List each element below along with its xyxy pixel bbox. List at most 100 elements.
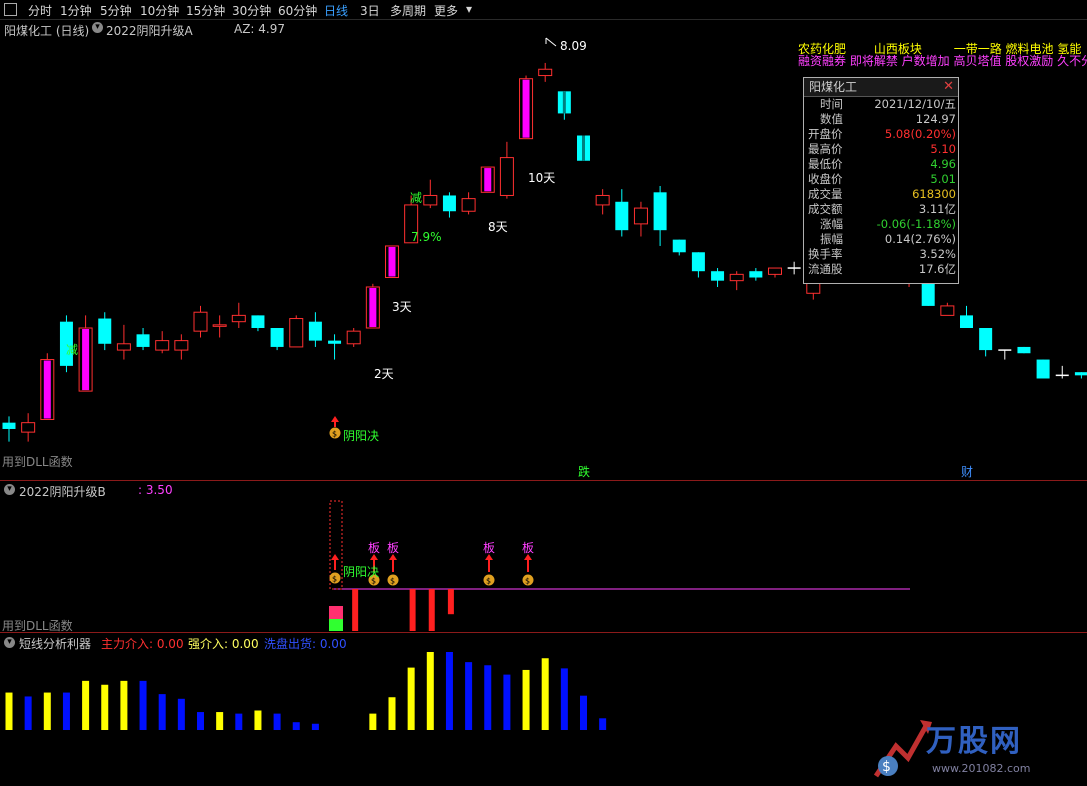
dll-note-b: 用到DLL函数 bbox=[2, 619, 73, 633]
candle-hot bbox=[40, 359, 55, 421]
ban-arrow-icon bbox=[485, 554, 493, 560]
info-value: 4.96 bbox=[930, 157, 956, 171]
indicator-name-a[interactable]: 2022阴阳升级A bbox=[106, 22, 193, 39]
watermark: $ 万股网 www.201082.com bbox=[866, 706, 1086, 786]
tab-9[interactable]: 多周期 bbox=[390, 2, 426, 19]
money-bag-icon bbox=[329, 427, 341, 439]
tab-10[interactable]: 更多 bbox=[434, 2, 458, 19]
indicator-dropdown-icon[interactable]: ▾ bbox=[92, 22, 103, 33]
candle-hot bbox=[519, 78, 534, 140]
panel-b-bar bbox=[329, 619, 343, 631]
panel-c-bar bbox=[43, 692, 51, 730]
window-icon[interactable] bbox=[4, 3, 17, 16]
candle-up bbox=[174, 340, 189, 351]
candle-down bbox=[270, 328, 284, 347]
ban-label: 板 bbox=[387, 541, 399, 555]
info-key: 时间 bbox=[820, 97, 843, 111]
candle-hot bbox=[385, 245, 399, 279]
candle-down bbox=[672, 239, 686, 253]
candle-down bbox=[577, 135, 590, 161]
candle-down bbox=[98, 318, 112, 344]
info-row: 时间 2021/12/10/五 bbox=[804, 97, 958, 112]
info-popup[interactable]: 阳煤化工 ✕ 时间 2021/12/10/五 数值 124.97 开盘价 5.08(0.2… bbox=[803, 77, 959, 284]
high-marker: 8.09 bbox=[560, 39, 587, 53]
label-die: 跌 bbox=[578, 464, 590, 479]
indicator-name-c[interactable]: 短线分析利器 bbox=[19, 635, 91, 652]
money-bag-icon bbox=[329, 572, 341, 584]
candle-up bbox=[538, 68, 553, 77]
high-marker-line bbox=[545, 37, 557, 47]
yinyang-arrow-icon bbox=[331, 554, 339, 560]
panel-c-bar bbox=[503, 674, 511, 730]
tab-8[interactable]: 3日 bbox=[360, 2, 380, 19]
period-toolbar: 分时 1分钟 5分钟 10分钟 15分钟 30分钟 60分钟 日线 3日 多周期 更多 ▾ bbox=[0, 0, 1087, 20]
panel-divider-1[interactable] bbox=[0, 480, 1087, 481]
label-cai: 财 bbox=[961, 465, 973, 479]
candle-hot-fill bbox=[388, 246, 396, 277]
panel-c-bar bbox=[465, 662, 473, 730]
money-bag-icon bbox=[387, 574, 399, 586]
candle-down bbox=[979, 328, 993, 351]
info-key: 最低价 bbox=[808, 157, 843, 171]
zhuli-value: 主力介入: 0.00 bbox=[101, 637, 184, 651]
watermark-url: www.201082.com bbox=[932, 762, 1031, 775]
label-yinyang: 阴阳决 bbox=[343, 429, 379, 443]
label-3days: 3天 bbox=[392, 300, 412, 314]
info-value: -0.06(-1.18%) bbox=[876, 217, 956, 231]
info-value: 2021/12/10/五 bbox=[874, 97, 956, 111]
panel-c-bar bbox=[522, 669, 530, 730]
candle-down bbox=[251, 315, 265, 328]
candle-up bbox=[289, 318, 304, 348]
more-dropdown-icon[interactable]: ▾ bbox=[466, 2, 472, 16]
tab-7[interactable]: 日线 bbox=[324, 2, 348, 19]
candle-up bbox=[193, 311, 208, 332]
info-row: 成交额 3.11亿 bbox=[804, 202, 958, 217]
az-value: AZ: 4.97 bbox=[234, 22, 286, 36]
money-bag-icon: $ bbox=[390, 577, 395, 586]
info-value: 5.08(0.20%) bbox=[884, 127, 956, 141]
candle-down bbox=[691, 252, 705, 272]
panel-c-dropdown-icon[interactable]: ▾ bbox=[4, 637, 15, 648]
close-icon[interactable]: ✕ bbox=[943, 78, 954, 96]
candle-hot bbox=[480, 166, 495, 193]
info-title[interactable]: 阳煤化工 ✕ bbox=[804, 78, 958, 97]
tab-6[interactable]: 60分钟 bbox=[278, 2, 317, 19]
info-value: 5.01 bbox=[930, 172, 956, 186]
panel-c-bar bbox=[560, 668, 568, 730]
watermark-brand: 万股网 bbox=[926, 724, 1022, 759]
panel-b-bar bbox=[409, 589, 416, 631]
tab-2[interactable]: 5分钟 bbox=[100, 2, 132, 19]
tab-1[interactable]: 1分钟 bbox=[60, 2, 92, 19]
candle-down bbox=[59, 321, 73, 366]
candle-up bbox=[21, 422, 36, 433]
tab-4[interactable]: 15分钟 bbox=[186, 2, 225, 19]
candle-hot bbox=[365, 286, 380, 329]
candle-hot-fill bbox=[484, 168, 492, 192]
candle-down bbox=[960, 315, 973, 328]
info-row: 数值 124.97 bbox=[804, 112, 958, 127]
panel-divider-2[interactable] bbox=[0, 632, 1087, 633]
candle-up bbox=[346, 330, 361, 345]
candle-down bbox=[653, 192, 667, 231]
candle-up bbox=[461, 198, 476, 212]
panel-c-bar bbox=[407, 667, 415, 730]
panel-c-bar bbox=[5, 692, 13, 730]
candle-down bbox=[749, 271, 763, 278]
tab-0[interactable]: 分时 bbox=[28, 2, 52, 19]
candle-up bbox=[729, 273, 744, 282]
candle-up bbox=[768, 267, 782, 275]
panel-c-bar bbox=[24, 696, 32, 730]
stock-title: 阳煤化工 (日线) bbox=[4, 24, 90, 38]
panel-c-bar bbox=[82, 680, 90, 730]
candle-up bbox=[155, 340, 170, 351]
label-8days: 8天 bbox=[488, 220, 508, 234]
panel-c-bar bbox=[541, 658, 549, 730]
panel-b-dropdown-icon[interactable]: ▾ bbox=[4, 484, 15, 495]
tab-3[interactable]: 10分钟 bbox=[140, 2, 179, 19]
money-bag-icon bbox=[522, 574, 534, 586]
tab-5[interactable]: 30分钟 bbox=[232, 2, 271, 19]
ban-label: 板 bbox=[483, 541, 495, 555]
panel-c-bar bbox=[197, 712, 204, 730]
indicator-name-b[interactable]: 2022阴阳升级B bbox=[19, 483, 106, 500]
money-bag-icon: $ bbox=[525, 577, 530, 586]
